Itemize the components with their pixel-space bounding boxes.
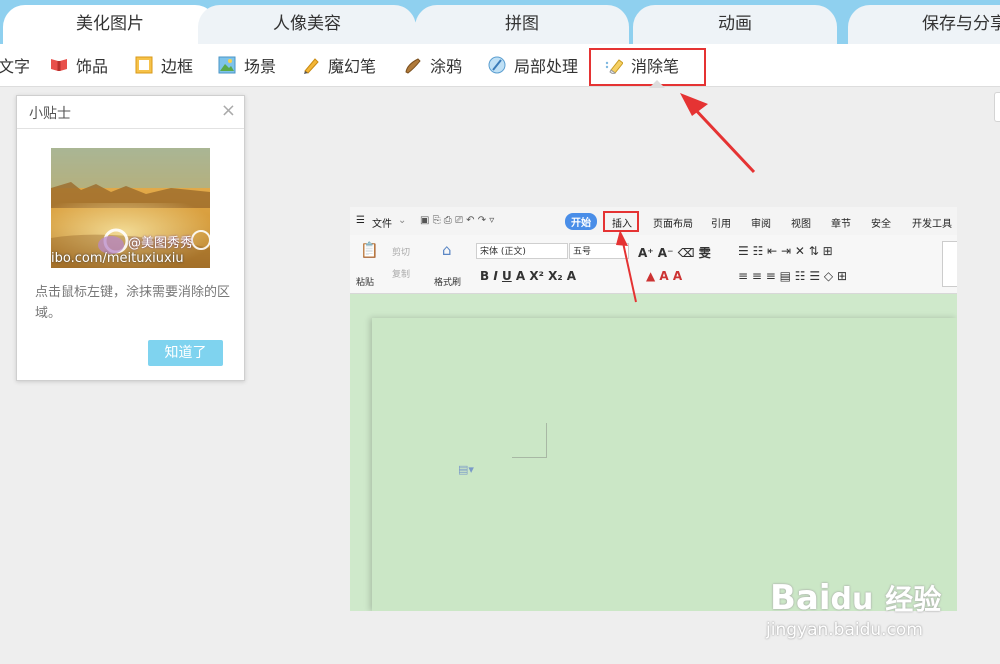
baidu-watermark-brand: Baidu 经验 [770,578,942,618]
arrow-head-insert [616,230,628,246]
baidu-watermark-url: jingyan.baidu.com [766,620,923,640]
arrow-to-eraser-pen [690,104,756,174]
arrow-head-eraser [680,93,708,116]
watermark-brand-text2: 经验 [885,583,942,616]
watermark-brand-text: Bai [770,578,831,618]
annotation-arrows [616,93,756,303]
arrow-to-insert [621,237,637,303]
